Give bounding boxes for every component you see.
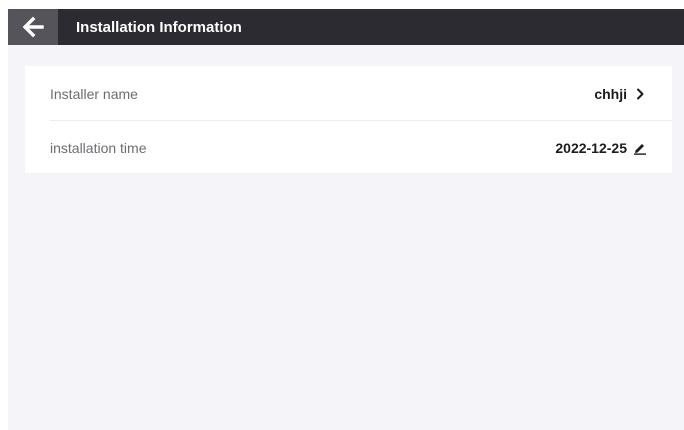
installer-name-row[interactable]: Installer name chhji bbox=[25, 67, 672, 120]
installer-name-value: chhji bbox=[594, 85, 627, 102]
installation-time-row[interactable]: installation time 2022-12-25 bbox=[25, 121, 672, 174]
header-bar: Installation Information bbox=[8, 9, 684, 45]
arrow-left-icon bbox=[22, 16, 44, 38]
installation-time-value: 2022-12-25 bbox=[555, 139, 627, 156]
installation-time-value-group: 2022-12-25 bbox=[555, 140, 647, 156]
installer-name-label: Installer name bbox=[50, 85, 138, 102]
installer-name-value-group: chhji bbox=[594, 86, 647, 102]
app-frame: Installation Information Installer name … bbox=[8, 9, 684, 430]
pencil-icon[interactable] bbox=[633, 141, 647, 155]
info-card: Installer name chhji installation time 2… bbox=[25, 66, 672, 173]
back-button[interactable] bbox=[8, 9, 58, 45]
installation-time-label: installation time bbox=[50, 139, 147, 156]
chevron-right-icon[interactable] bbox=[633, 87, 647, 101]
page-title: Installation Information bbox=[76, 18, 242, 36]
